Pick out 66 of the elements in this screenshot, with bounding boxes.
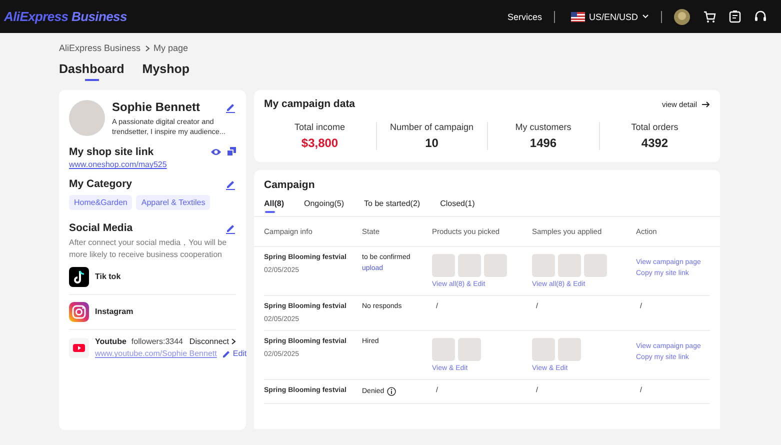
copy-icon[interactable] xyxy=(227,147,236,156)
headset-icon[interactable] xyxy=(754,10,767,23)
photo-placeholder xyxy=(558,254,581,277)
camera-icon xyxy=(69,302,89,322)
stat-label: Total orders xyxy=(631,122,678,132)
stat-value: 1496 xyxy=(530,136,557,150)
breadcrumb-item[interactable]: AliExpress Business xyxy=(59,43,141,53)
category-tag: Home&Garden xyxy=(69,195,132,210)
section-title: Social Media xyxy=(69,222,133,234)
info-icon xyxy=(387,387,396,396)
photo-placeholder xyxy=(458,254,481,277)
arrow-right-icon xyxy=(702,100,710,108)
stat-label: Number of campaign xyxy=(390,122,474,132)
edit-link[interactable]: Edit xyxy=(222,348,247,359)
filter-tab[interactable]: To be started(2) xyxy=(364,199,420,213)
edit-icon[interactable] xyxy=(225,178,236,190)
photo-placeholder xyxy=(584,254,607,277)
play-icon xyxy=(69,338,89,358)
music-note-icon xyxy=(69,266,89,287)
stat-value: $3,800 xyxy=(301,136,338,150)
shop-link[interactable]: www.oneshop.com/may525 xyxy=(69,160,167,170)
breadcrumb-item[interactable]: My page xyxy=(154,43,188,53)
channel-link[interactable]: www.youtube.com/Sophie Bennett xyxy=(95,349,217,358)
page-tab[interactable]: Myshop xyxy=(142,62,190,81)
social-name: Youtube xyxy=(95,336,126,346)
services-link[interactable]: Services xyxy=(507,12,542,22)
card-title: My campaign data xyxy=(264,98,356,110)
chevron-right-icon xyxy=(231,338,236,345)
logo[interactable]: AliExpress Business xyxy=(4,9,127,24)
social-name: Instagram xyxy=(95,307,134,316)
category-tag: Apparel & Textiles xyxy=(136,195,210,210)
photo-placeholder xyxy=(432,338,455,361)
avatar-icon[interactable] xyxy=(674,8,690,24)
stat-label: My customers xyxy=(515,122,572,132)
filter-tab[interactable]: Closed(1) xyxy=(440,199,475,213)
locale-selector[interactable]: US/EN/USD xyxy=(570,12,649,22)
cart-icon[interactable] xyxy=(703,10,716,22)
photo-placeholder xyxy=(432,254,455,277)
disconnect-link[interactable]: Disconnect xyxy=(189,336,236,346)
edit-icon xyxy=(222,348,231,359)
section-title: My shop site link xyxy=(69,146,154,158)
page-tab[interactable]: Dashboard xyxy=(59,62,124,81)
section-title: My Category xyxy=(69,178,132,190)
edit-icon[interactable] xyxy=(225,222,236,234)
stat-value: 4392 xyxy=(641,136,668,150)
stat-value: 10 xyxy=(425,136,438,150)
photo-placeholder xyxy=(558,338,581,361)
photo-placeholder xyxy=(532,254,555,277)
profile-name: Sophie Bennett xyxy=(112,100,200,114)
photo-placeholder xyxy=(532,338,555,361)
avatar-photo xyxy=(69,100,105,136)
chevron-down-icon xyxy=(642,14,649,19)
edit-icon[interactable] xyxy=(225,101,236,113)
flag-icon xyxy=(570,12,585,22)
filter-tab[interactable]: Ongoing(5) xyxy=(304,199,344,213)
clipboard-icon[interactable] xyxy=(729,10,741,23)
chevron-right-icon xyxy=(144,44,150,52)
card-title: Campaign xyxy=(264,179,316,191)
social-hint: After connect your social media，You will be more likely to receive business cooperation xyxy=(69,237,228,260)
photo-placeholder xyxy=(484,254,507,277)
social-name: Tik tok xyxy=(95,272,121,282)
photo-placeholder xyxy=(458,338,481,361)
eye-icon[interactable] xyxy=(210,147,222,158)
followers-count: followers:3344 xyxy=(131,336,183,346)
filter-tab[interactable]: All(8) xyxy=(264,199,284,213)
stat-label: Total income xyxy=(294,122,346,132)
